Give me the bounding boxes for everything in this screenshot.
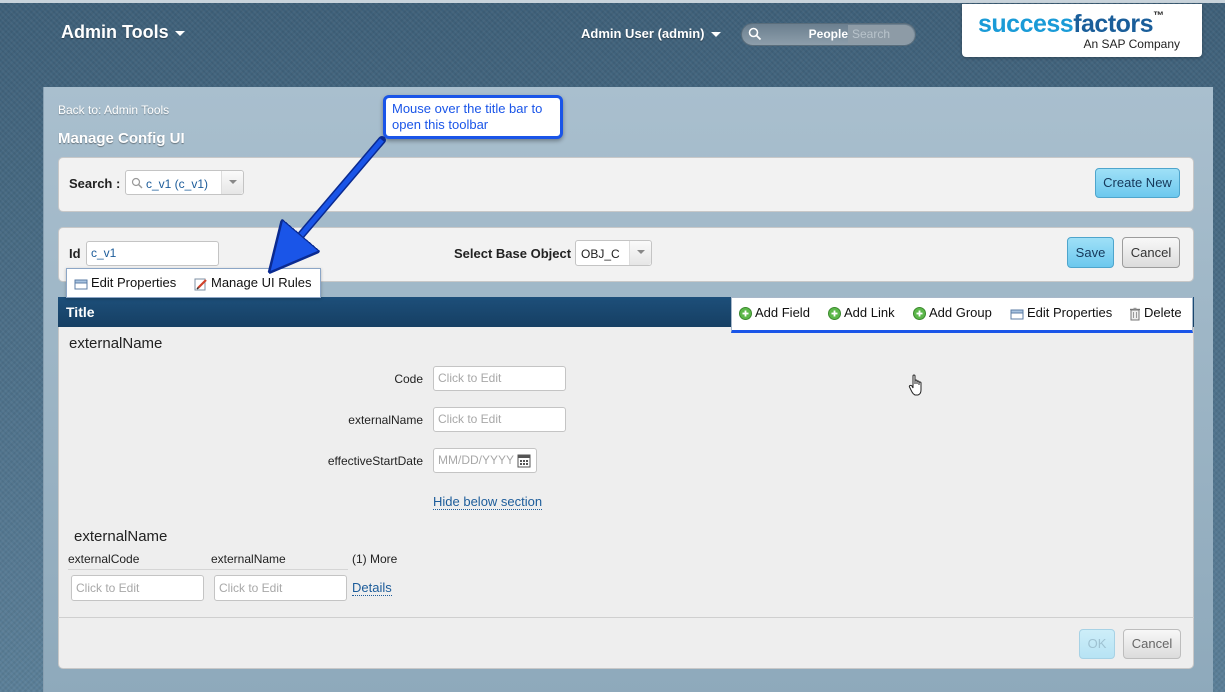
manage-ui-rules-button[interactable]: Manage UI Rules: [194, 269, 311, 297]
section-toolbar: Add Field Add Link Add Group Edit Proper…: [731, 297, 1193, 333]
calendar-icon[interactable]: [517, 453, 531, 468]
edit-properties-button[interactable]: Edit Properties: [74, 269, 176, 297]
cancel-button[interactable]: Cancel: [1122, 237, 1180, 268]
search-label: Search :: [69, 176, 121, 191]
chevron-down-icon: [710, 32, 721, 38]
effective-start-date-input[interactable]: MM/DD/YYYY: [433, 448, 537, 473]
code-input[interactable]: Click to Edit: [433, 366, 566, 391]
page-title: Manage Config UI: [58, 130, 185, 147]
external-name-label: externalName: [348, 413, 423, 427]
column-header: externalName: [211, 552, 286, 566]
effective-start-date-label: effectiveStartDate: [327, 454, 423, 468]
user-menu[interactable]: Admin User (admin): [581, 26, 721, 41]
edit-properties-icon: [1010, 309, 1024, 320]
chevron-down-icon[interactable]: [221, 171, 243, 194]
add-group-button[interactable]: Add Group: [913, 299, 992, 327]
id-label: Id: [69, 246, 81, 261]
admin-tools-menu[interactable]: Admin Tools: [61, 22, 185, 43]
external-name-input[interactable]: Click to Edit: [433, 407, 566, 432]
section-title: externalName: [69, 335, 163, 352]
create-new-button[interactable]: Create New: [1095, 168, 1180, 198]
trash-icon: [1130, 307, 1140, 321]
form-area: [58, 297, 1194, 669]
back-link[interactable]: Back to: Admin Tools: [58, 103, 169, 117]
base-object-value: OBJ_C: [581, 247, 620, 261]
ok-button[interactable]: OK: [1079, 629, 1115, 659]
plus-circle-icon: [828, 307, 841, 321]
annotation-callout: Mouse over the title bar to open this to…: [383, 95, 563, 139]
plus-circle-icon: [739, 307, 752, 321]
footer-cancel-button[interactable]: Cancel: [1123, 629, 1181, 659]
user-menu-label: Admin User (admin): [581, 26, 705, 41]
plus-circle-icon: [913, 307, 926, 321]
save-button[interactable]: Save: [1067, 237, 1114, 268]
admin-tools-label: Admin Tools: [61, 22, 169, 42]
window-top-edge: [0, 0, 1225, 3]
search-scope[interactable]: People: [794, 24, 848, 45]
row-external-name-input[interactable]: Click to Edit: [214, 575, 347, 601]
column-header: externalCode: [68, 552, 140, 566]
row-divider: [68, 569, 348, 570]
search-combo-value: c_v1 (c_v1): [146, 177, 209, 191]
id-input[interactable]: c_v1: [86, 241, 219, 266]
add-field-button[interactable]: Add Field: [739, 299, 810, 327]
chevron-down-icon: [174, 30, 185, 36]
hand-cursor-icon: [908, 374, 922, 396]
base-object-label: Select Base Object: [454, 246, 572, 261]
config-search-combo[interactable]: c_v1 (c_v1): [125, 170, 244, 195]
pencil-icon: [194, 278, 207, 291]
hide-section-link[interactable]: Hide below section: [433, 494, 543, 510]
section-edit-properties-button[interactable]: Edit Properties: [1010, 299, 1112, 327]
successfactors-logo: successfactors™ An SAP Company: [962, 4, 1202, 57]
global-search[interactable]: People Search: [741, 23, 916, 46]
logo-wordmark: successfactors™: [978, 10, 1164, 38]
add-link-button[interactable]: Add Link: [828, 299, 895, 327]
details-link[interactable]: Details: [352, 580, 392, 596]
code-label: Code: [394, 372, 423, 386]
footer-divider: [58, 617, 1194, 618]
delete-button[interactable]: Delete: [1129, 299, 1182, 327]
chevron-down-icon[interactable]: [629, 241, 651, 265]
search-icon: [748, 27, 762, 41]
external-code-input[interactable]: Click to Edit: [71, 575, 204, 601]
base-object-select[interactable]: OBJ_C: [575, 240, 652, 266]
search-icon: [131, 177, 143, 189]
title-bar-text: Title: [66, 304, 95, 320]
edit-properties-icon: [74, 279, 88, 290]
object-toolbar: Edit Properties Manage UI Rules: [66, 268, 321, 298]
search-input[interactable]: Search: [848, 25, 914, 44]
logo-subtitle: An SAP Company: [1083, 37, 1181, 51]
more-columns-link[interactable]: (1) More: [352, 552, 397, 566]
section-title: externalName: [74, 528, 168, 545]
